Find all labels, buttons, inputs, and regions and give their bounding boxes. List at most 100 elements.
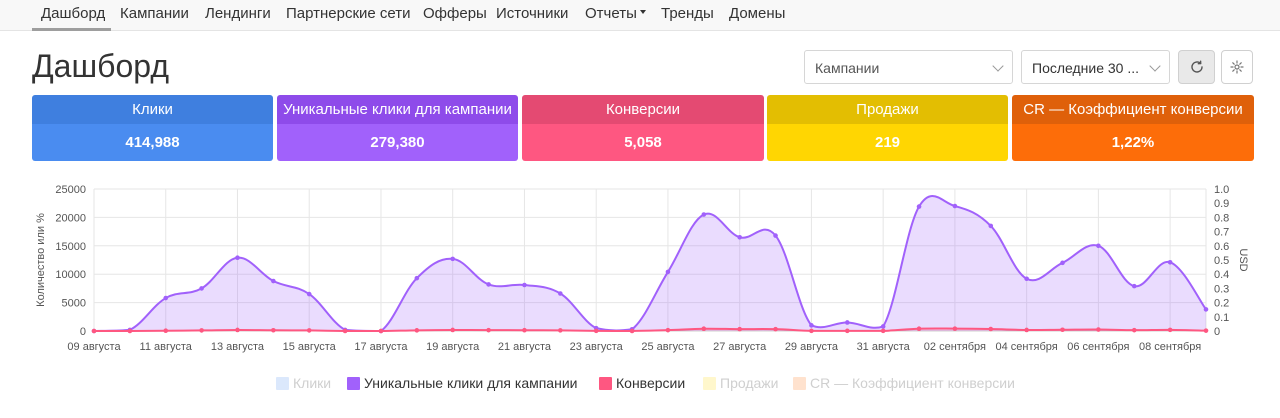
legend-swatch	[276, 377, 289, 390]
data-point	[1131, 327, 1137, 333]
legend-swatch	[793, 377, 806, 390]
y2-tick-label: 0.3	[1214, 283, 1229, 295]
x-tick-label: 21 августа	[498, 341, 552, 353]
y2-tick-label: 0.6	[1214, 241, 1229, 253]
y2-tick-label: 0.2	[1214, 298, 1229, 310]
x-tick-label: 29 августа	[785, 341, 839, 353]
y2-tick-label: 0.5	[1214, 255, 1229, 267]
data-point	[1167, 327, 1173, 333]
x-tick-label: 11 августа	[140, 341, 193, 353]
data-point	[844, 320, 850, 325]
legend-item[interactable]: Продажи	[703, 375, 778, 391]
data-point	[1203, 328, 1209, 333]
y-tick-label: 20000	[55, 212, 86, 224]
x-tick-label: 23 августа	[570, 341, 624, 353]
data-point	[163, 328, 169, 334]
data-point	[522, 327, 527, 333]
data-point	[737, 326, 742, 332]
data-point	[665, 327, 671, 333]
data-point	[235, 255, 240, 261]
data-point	[1203, 307, 1209, 312]
legend-item[interactable]: CR — Коэффициент конверсии	[793, 375, 1015, 391]
data-point	[1024, 276, 1029, 282]
x-tick-label: 17 августа	[354, 341, 408, 353]
series-area	[94, 195, 1206, 331]
data-point	[306, 328, 312, 333]
x-tick-label: 31 августа	[857, 341, 911, 353]
data-point	[952, 326, 958, 331]
x-tick-label: 19 августа	[426, 341, 480, 353]
data-point	[414, 328, 420, 333]
x-tick-label: 27 августа	[713, 341, 767, 353]
data-point	[486, 327, 491, 333]
data-point	[1096, 243, 1101, 249]
data-point	[1096, 327, 1101, 332]
data-point	[199, 328, 204, 333]
data-point	[91, 328, 97, 334]
data-point	[916, 326, 922, 332]
legend-label: Продажи	[720, 375, 779, 391]
data-point	[1131, 283, 1137, 289]
data-point	[665, 269, 671, 275]
y2-tick-label: 1.0	[1214, 184, 1229, 196]
data-point	[306, 291, 312, 297]
x-tick-label: 25 августа	[641, 341, 695, 353]
data-point	[414, 275, 420, 281]
data-point	[1060, 327, 1065, 333]
data-point	[880, 328, 886, 334]
data-point	[701, 212, 707, 217]
y2-tick-label: 0.1	[1214, 312, 1229, 324]
data-point	[486, 282, 491, 287]
data-point	[988, 223, 994, 229]
data-point	[522, 282, 527, 288]
y-axis-left: 0 5000 10000 15000 20000 25000	[55, 184, 86, 338]
data-point	[952, 203, 958, 209]
y-tick-label: 5000	[62, 298, 86, 310]
x-tick-label: 13 августа	[211, 341, 265, 353]
data-point	[737, 234, 742, 240]
legend-swatch	[703, 377, 716, 390]
data-point	[558, 328, 563, 333]
x-tick-label: 15 августа	[283, 341, 337, 353]
x-axis: 09 августа 11 августа 13 августа 15 августа…	[67, 341, 1201, 353]
y-tick-label: 15000	[55, 241, 86, 253]
y-axis-right: 0 0.1 0.2 0.3 0.4 0.5 0.6 0.7 0.8 0.9 1.0	[1214, 184, 1229, 338]
data-point	[809, 323, 814, 328]
x-tick-label: 09 августа	[67, 341, 121, 353]
data-point	[163, 295, 169, 301]
legend-label: CR — Коэффициент конверсии	[810, 375, 1015, 391]
y2-tick-label: 0.4	[1214, 269, 1229, 281]
data-point	[701, 326, 707, 332]
data-point	[450, 256, 456, 262]
y2-tick-label: 0.7	[1214, 227, 1229, 239]
legend-swatch	[347, 377, 360, 390]
y-tick-label: 0	[80, 326, 86, 338]
legend-label: Уникальные клики для кампании	[364, 375, 578, 391]
data-point	[378, 328, 384, 334]
data-point	[773, 233, 778, 238]
y2-tick-label: 0.9	[1214, 198, 1229, 210]
legend-item[interactable]: Конверсии	[599, 375, 685, 391]
data-point	[450, 327, 456, 333]
legend-label: Клики	[293, 375, 332, 391]
data-point	[1060, 260, 1065, 266]
legend-item[interactable]: Уникальные клики для кампании	[347, 375, 577, 391]
data-point	[844, 328, 850, 334]
data-point	[271, 278, 276, 284]
data-point	[593, 328, 599, 334]
data-point	[629, 328, 635, 334]
data-point	[809, 328, 814, 334]
data-point	[1167, 259, 1173, 265]
y-axis-title: Количество или %	[35, 213, 47, 307]
data-point	[127, 328, 133, 334]
data-point	[773, 326, 778, 332]
y2-axis-title: USD	[1237, 248, 1249, 271]
y-tick-label: 10000	[55, 269, 86, 281]
legend-label: Конверсии	[616, 375, 686, 391]
x-tick-label: 04 сентября	[996, 341, 1058, 353]
data-point	[199, 286, 204, 291]
data-point	[988, 326, 994, 332]
data-point	[558, 291, 563, 296]
data-point	[235, 327, 240, 333]
legend-item[interactable]: Клики	[276, 375, 331, 391]
